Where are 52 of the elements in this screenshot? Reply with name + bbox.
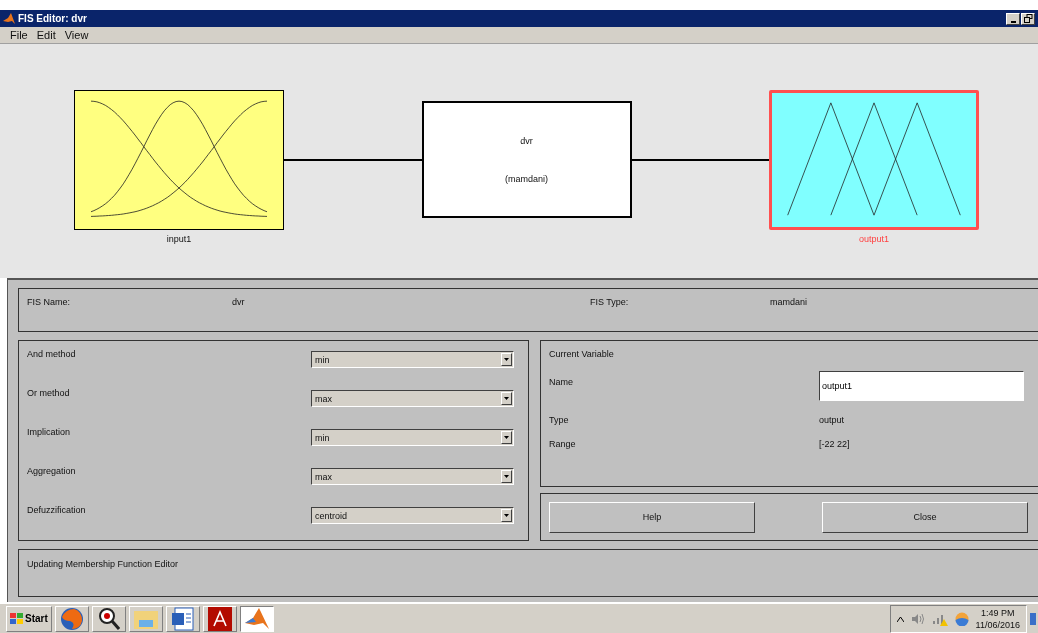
restore-button[interactable]: [1021, 12, 1035, 25]
system-type: (mamdani): [505, 173, 548, 184]
menu-item[interactable]: View: [64, 29, 89, 41]
fis-name-value: dvr: [232, 297, 246, 309]
type-label: Type: [549, 415, 570, 425]
matlab-icon: [3, 12, 15, 25]
method-dropdown[interactable]: min: [311, 351, 514, 368]
method-dropdown[interactable]: centroid: [311, 507, 514, 524]
panel-title: Current Variable: [549, 349, 615, 359]
name-label: Name: [549, 377, 574, 389]
windows-logo-icon: [10, 612, 23, 625]
globe-icon: [59, 606, 84, 631]
clock[interactable]: 1:49 PM 11/06/2016: [975, 606, 1020, 631]
method-label: Aggregation: [27, 466, 76, 476]
menu-item[interactable]: File: [10, 29, 28, 41]
fis-name-label: FIS Name:: [27, 297, 71, 309]
method-dropdown[interactable]: min: [311, 429, 514, 446]
minimize-button[interactable]: [1006, 12, 1020, 25]
caret-icon: [504, 514, 509, 517]
status-text: Updating Membership Function Editor: [27, 559, 179, 569]
window-title: FIS Editor: dvr: [18, 13, 88, 24]
minimize-icon: [1010, 20, 1016, 23]
method-dropdown[interactable]: max: [311, 468, 514, 485]
variable-label: output1: [859, 234, 889, 244]
fis-type-label: FIS Type:: [590, 297, 630, 309]
menu-item[interactable]: Edit: [36, 29, 56, 41]
output-variable-block[interactable]: [769, 90, 979, 230]
variable-label: input1: [166, 234, 192, 244]
dialog-button[interactable]: Help: [549, 501, 755, 533]
dialog-button[interactable]: Close: [822, 501, 1028, 533]
show-desktop-button[interactable]: [1030, 612, 1036, 625]
system-block[interactable]: dvr (mamdani): [421, 101, 632, 218]
method-label: Or method: [27, 388, 70, 398]
input-variable-block[interactable]: [74, 90, 284, 230]
range-value: [-22 22]: [819, 439, 851, 449]
method-label: Implication: [27, 427, 71, 437]
range-label: Range: [549, 439, 577, 449]
start-button[interactable]: Start: [6, 605, 52, 632]
caret-icon: [504, 475, 509, 478]
weather-icon[interactable]: [954, 611, 969, 626]
system-name: dvr: [520, 135, 533, 146]
restore-icon: [1023, 14, 1033, 23]
name-field[interactable]: output1: [819, 371, 1024, 401]
caret-icon: [504, 436, 509, 439]
caret-icon: [504, 358, 509, 361]
method-dropdown[interactable]: max: [311, 390, 514, 407]
method-label: And method: [27, 349, 76, 359]
chevron-up-icon[interactable]: [896, 615, 904, 622]
fis-type-value: mamdani: [770, 297, 808, 309]
caret-icon: [504, 397, 509, 400]
method-label: Defuzzification: [27, 505, 86, 515]
type-value: output: [819, 415, 846, 425]
